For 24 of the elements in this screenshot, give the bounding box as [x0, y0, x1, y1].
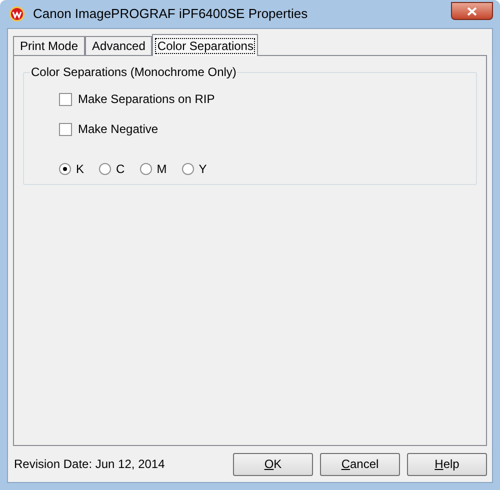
radio-label: C	[116, 161, 125, 178]
dialog-button[interactable]: Cancel	[320, 452, 400, 476]
tab[interactable]: Advanced	[85, 36, 152, 55]
radio-button[interactable]	[182, 163, 194, 175]
checkbox-label: Make Negative	[78, 121, 158, 138]
close-icon	[467, 6, 477, 16]
revision-date: Revision Date: Jun 12, 2014	[14, 456, 165, 473]
checkbox[interactable]	[59, 122, 72, 136]
radio-label: Y	[198, 161, 207, 178]
radio-button[interactable]	[59, 163, 71, 175]
tab[interactable]: Color Separations	[152, 34, 258, 56]
radio-button[interactable]	[140, 163, 152, 175]
close-button[interactable]	[451, 2, 493, 20]
app-logo-icon	[9, 6, 25, 22]
checkbox[interactable]	[59, 92, 72, 106]
checkbox-label: Make Separations on RIP	[78, 91, 215, 108]
window-title: Canon ImagePROGRAF iPF6400SE Properties	[33, 5, 308, 24]
radio-button[interactable]	[99, 163, 112, 175]
dialog-button[interactable]: Help	[407, 452, 487, 476]
dialog-button[interactable]: OK	[233, 452, 313, 476]
radio-label: M	[156, 161, 167, 178]
group-title: Color Separations (Monochrome Only)	[30, 65, 238, 79]
radio-label: K	[76, 161, 84, 178]
tab[interactable]: Print Mode	[13, 36, 86, 55]
